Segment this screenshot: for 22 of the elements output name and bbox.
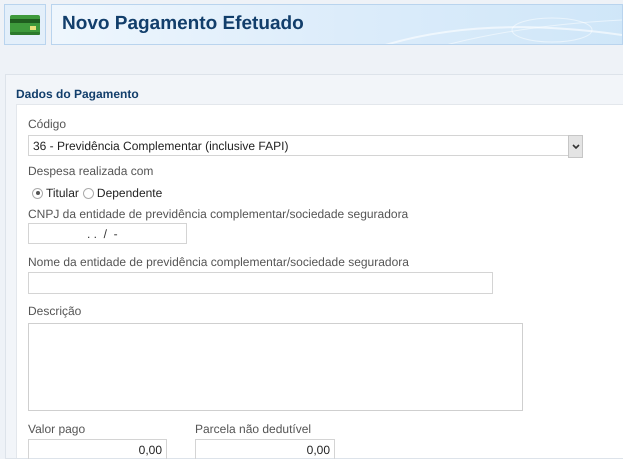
dropdown-button[interactable] xyxy=(568,135,583,158)
parcela-field[interactable]: 0,00 xyxy=(195,439,335,459)
field-label: Despesa realizada com xyxy=(28,163,154,178)
chevron-down-icon xyxy=(572,144,580,149)
radio-button[interactable] xyxy=(82,188,94,198)
nome-field[interactable] xyxy=(28,272,493,294)
field-label: Parcela não dedutível xyxy=(195,421,312,436)
field-label: Valor pago xyxy=(28,421,86,436)
valor-pago-field[interactable]: 0,00 xyxy=(28,439,167,459)
cnpj-field[interactable]: . . / - xyxy=(28,223,187,244)
radio-button[interactable] xyxy=(32,188,43,198)
descricao-textarea[interactable] xyxy=(28,323,523,411)
section-title: Dados do Pagamento xyxy=(15,86,140,103)
radio-option[interactable]: Dependente xyxy=(82,184,162,202)
page-title: Novo Pagamento Efetuado xyxy=(62,12,304,36)
field-label: CNPJ da entidade de previdência complementar/sociedade seguradora xyxy=(28,206,408,221)
radio-option[interactable]: Titular xyxy=(32,184,79,202)
field-label: Descrição xyxy=(28,303,82,318)
field-label: Nome da entidade de previdência complementar/sociedade seguradora xyxy=(28,254,409,269)
credit-card-icon xyxy=(10,14,40,34)
codigo-select[interactable]: 36 - Previdência Complementar (inclusive FAPI) xyxy=(28,135,582,156)
field-label: Código xyxy=(28,116,66,131)
